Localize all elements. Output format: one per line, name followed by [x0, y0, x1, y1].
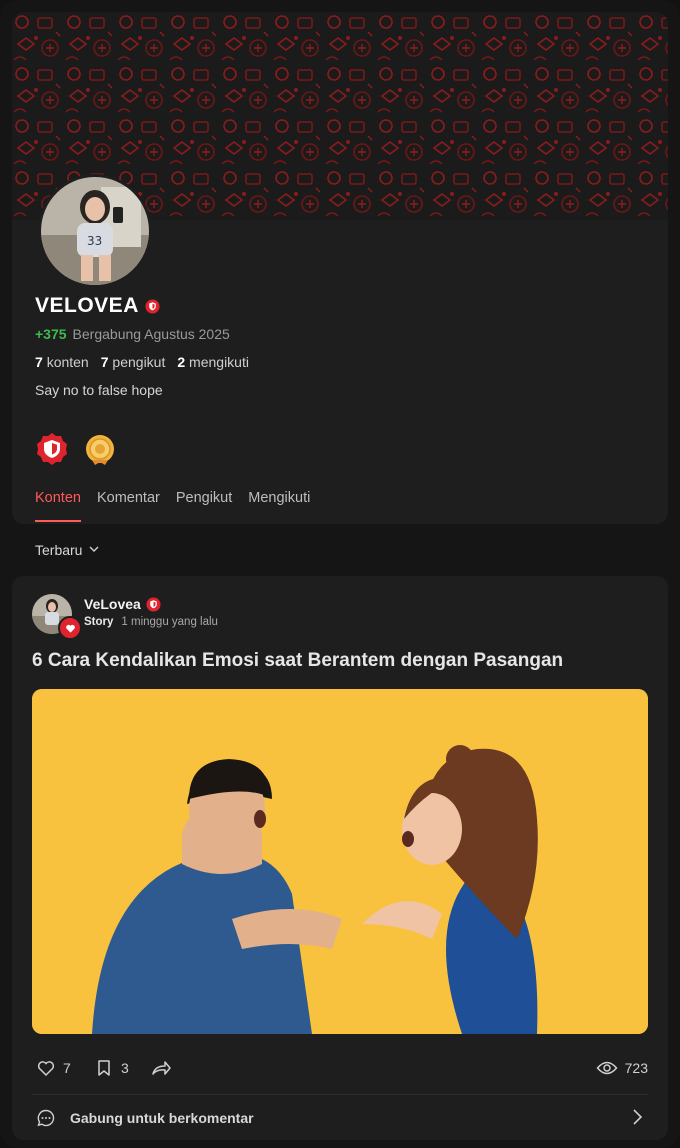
post-header: VeLovea Story 1 minggu yang lalu: [32, 594, 432, 640]
author-line: VeLovea: [84, 596, 161, 612]
chevron-down-icon: [88, 542, 100, 558]
profile-avatar: 33: [38, 174, 152, 288]
stat-followers[interactable]: 7 pengikut: [101, 354, 166, 370]
profile-stats: 7 konten 7 pengikut 2 mengikuti: [35, 354, 249, 370]
shield-badge-icon[interactable]: [35, 432, 69, 466]
points-value: +375: [35, 326, 67, 342]
badges-row: [35, 432, 117, 466]
divider: [32, 1094, 648, 1095]
share-icon: [152, 1061, 171, 1075]
stat-following[interactable]: 2 mengikuti: [177, 354, 249, 370]
like-button[interactable]: 7: [36, 1058, 71, 1078]
profile-name: VELOVEA: [35, 294, 139, 317]
profile-bio: Say no to false hope: [35, 382, 163, 398]
chevron-right-icon: [630, 1108, 644, 1131]
post-time: 1 minggu yang lalu: [121, 616, 218, 628]
stat-following-count: 2: [177, 354, 186, 370]
tab-mengikuti[interactable]: Mengikuti: [248, 490, 310, 522]
medal-badge-icon[interactable]: [83, 432, 117, 466]
share-button[interactable]: [150, 1058, 172, 1078]
verified-shield-icon: [145, 298, 160, 314]
post-title[interactable]: 6 Cara Kendalikan Emosi saat Berantem de…: [32, 650, 648, 672]
comment-prompt-row[interactable]: Gabung untuk berkomentar: [32, 1104, 648, 1132]
eye-icon: [596, 1061, 618, 1075]
svg-text:33: 33: [87, 234, 102, 248]
sort-label: Terbaru: [35, 542, 83, 558]
views-indicator: 723: [596, 1058, 648, 1078]
post-card[interactable]: VeLovea Story 1 minggu yang lalu 6 Cara K…: [12, 576, 668, 1140]
stat-followers-label: pengikut: [112, 354, 166, 370]
tab-komentar[interactable]: Komentar: [97, 490, 160, 522]
stat-content-label: konten: [46, 354, 89, 370]
page-frame: 33 VELOVEA +375 Bergabung Agustus 2025 7 …: [0, 0, 680, 1148]
bookmark-button[interactable]: 3: [94, 1058, 129, 1078]
post-actions: 7 3 723: [32, 1056, 648, 1082]
bookmark-icon: [98, 1060, 110, 1076]
comment-prompt-text: Gabung untuk berkomentar: [70, 1110, 254, 1126]
heart-outline-icon: [37, 1061, 55, 1077]
post-image[interactable]: [32, 689, 648, 1034]
stat-content[interactable]: 7 konten: [35, 354, 89, 370]
profile-meta: +375 Bergabung Agustus 2025: [35, 326, 230, 342]
verified-shield-icon: [146, 596, 161, 612]
like-count: 7: [63, 1060, 71, 1076]
tab-pengikut[interactable]: Pengikut: [176, 490, 232, 522]
author-name[interactable]: VeLovea: [84, 596, 141, 612]
profile-tabs: Konten Komentar Pengikut Mengikuti: [35, 490, 310, 522]
heart-icon: [58, 616, 82, 640]
views-count: 723: [624, 1060, 648, 1076]
tab-konten[interactable]: Konten: [35, 490, 81, 522]
sort-dropdown[interactable]: Terbaru: [35, 542, 100, 558]
bookmark-count: 3: [121, 1060, 129, 1076]
joined-date: Bergabung Agustus 2025: [72, 326, 230, 342]
post-sub-line: Story 1 minggu yang lalu: [84, 616, 218, 628]
comment-bubble-icon: [37, 1109, 55, 1127]
profile-card: 33 VELOVEA +375 Bergabung Agustus 2025 7 …: [12, 12, 668, 524]
stat-content-count: 7: [35, 354, 43, 370]
stat-following-label: mengikuti: [189, 354, 249, 370]
post-category[interactable]: Story: [84, 616, 113, 628]
profile-name-row: VELOVEA: [35, 294, 160, 318]
stat-followers-count: 7: [100, 354, 109, 370]
